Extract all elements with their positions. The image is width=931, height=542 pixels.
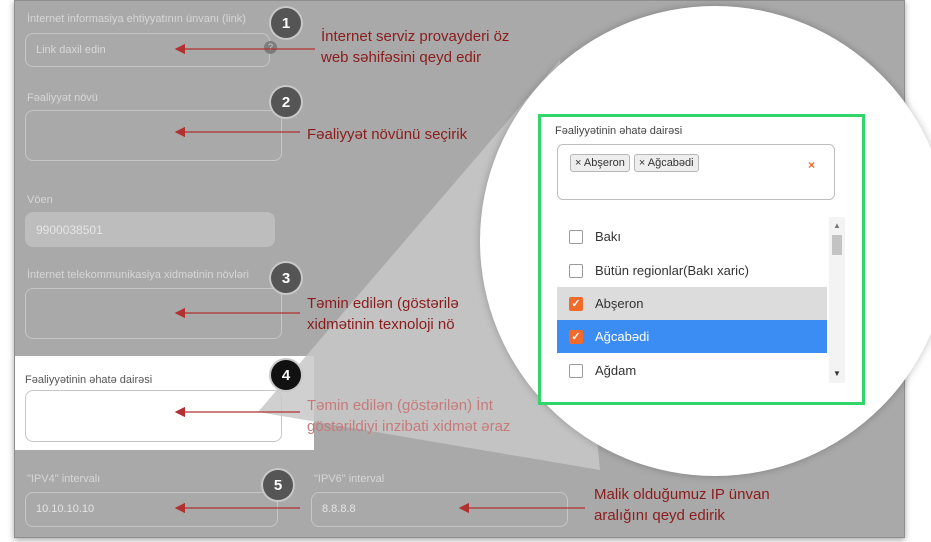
zoomed-coverage-dropdown: Fəaliyyətinin əhatə dairəsi × Abşeron × A… bbox=[538, 114, 865, 405]
zoomed-coverage-label: Fəaliyyətinin əhatə dairəsi bbox=[555, 125, 683, 137]
checkbox-icon bbox=[569, 263, 583, 278]
step-badge-1: 1 bbox=[271, 8, 301, 38]
option-butun-regionlar[interactable]: Bütün regionlar(Bakı xaric) bbox=[557, 254, 827, 287]
step-badge-4: 4 bbox=[271, 360, 301, 390]
zoomed-multiselect-input[interactable]: × Abşeron × Ağcabədi × bbox=[557, 144, 835, 200]
option-label: Bütün regionlar(Bakı xaric) bbox=[595, 263, 749, 278]
tag-agcabedi[interactable]: × Ağcabədi bbox=[633, 154, 699, 172]
option-label: Ağdam bbox=[595, 363, 637, 378]
option-absheron[interactable]: ✓ Abşeron bbox=[557, 287, 827, 320]
scroll-down-icon[interactable]: ▼ bbox=[833, 369, 841, 378]
options-list[interactable]: Bakı Bütün regionlar(Bakı xaric) ✓ Abşero… bbox=[557, 217, 849, 385]
scroll-up-icon[interactable]: ▲ bbox=[833, 221, 841, 230]
step-badge-2: 2 bbox=[271, 87, 301, 117]
option-label: Bakı bbox=[595, 229, 622, 244]
tag-absheron[interactable]: × Abşeron bbox=[570, 154, 630, 172]
option-agdam[interactable]: Ağdam bbox=[557, 354, 827, 385]
checkbox-icon bbox=[569, 363, 583, 378]
step-badge-3: 3 bbox=[271, 263, 301, 293]
scrollbar[interactable]: ▲ ▼ bbox=[829, 217, 845, 383]
checkbox-icon bbox=[569, 229, 583, 244]
clear-all-icon[interactable]: × bbox=[808, 158, 815, 172]
checkbox-checked-icon: ✓ bbox=[569, 296, 583, 311]
tag-absheron-label: Abşeron bbox=[583, 157, 625, 169]
tag-agcabedi-label: Ağcabədi bbox=[647, 157, 694, 169]
option-baki[interactable]: Bakı bbox=[557, 220, 827, 253]
option-label: Abşeron bbox=[595, 296, 644, 311]
checkbox-checked-icon: ✓ bbox=[569, 329, 583, 344]
step-badge-5: 5 bbox=[263, 470, 293, 500]
option-agcabedi[interactable]: ✓ Ağcabədi bbox=[557, 320, 827, 353]
selected-tags: × Abşeron × Ağcabədi bbox=[570, 153, 703, 172]
scroll-thumb[interactable] bbox=[832, 235, 842, 255]
option-label: Ağcabədi bbox=[595, 329, 650, 344]
